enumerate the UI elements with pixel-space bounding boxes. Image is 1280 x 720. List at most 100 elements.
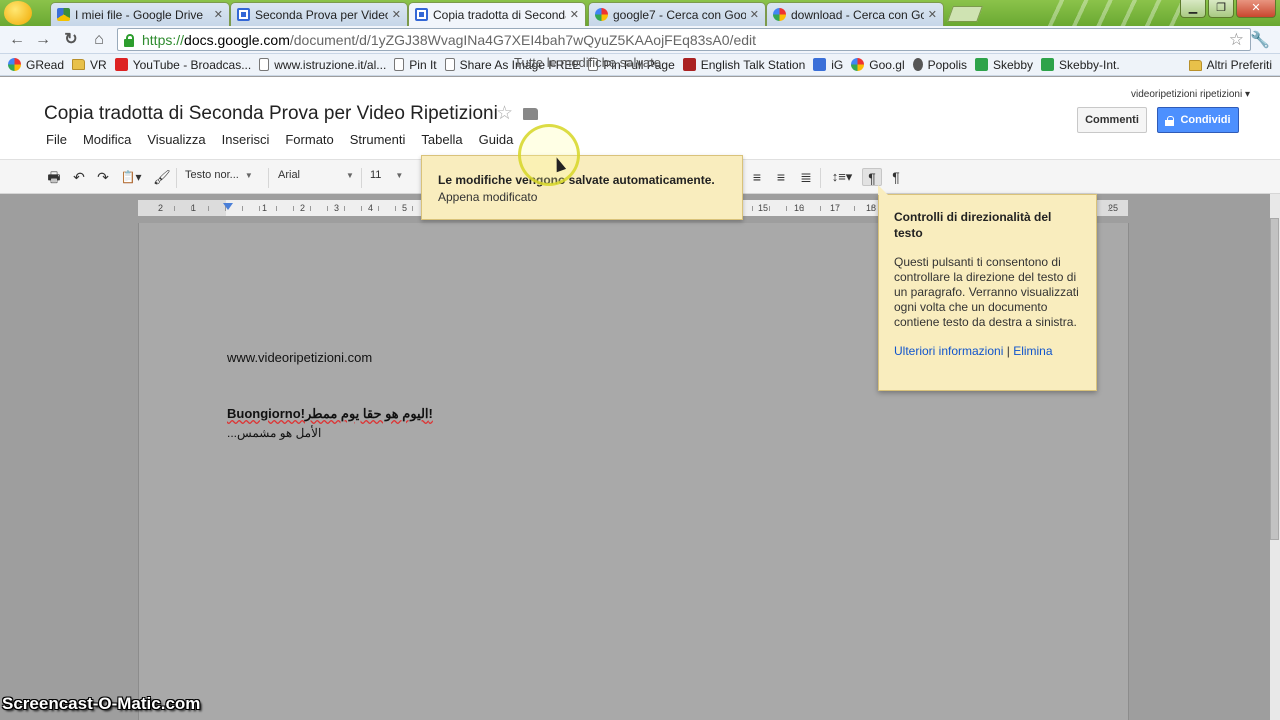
- align-right-icon[interactable]: ≡: [772, 168, 790, 186]
- dismiss-link[interactable]: Elimina: [1013, 344, 1052, 358]
- tab-close-icon[interactable]: ✕: [570, 8, 579, 21]
- tab-title: I miei file - Google Drive: [75, 7, 204, 22]
- scrollbar-thumb[interactable]: [1270, 218, 1279, 540]
- paste-icon[interactable]: 📋▾: [118, 168, 144, 186]
- menu-item[interactable]: File: [46, 132, 67, 147]
- menu-item[interactable]: Modifica: [83, 132, 131, 147]
- back-arrow-icon[interactable]: ←: [6, 30, 28, 50]
- bookmark-item[interactable]: Popolis: [912, 57, 967, 72]
- menu-item[interactable]: Formato: [285, 132, 333, 147]
- star-icon[interactable]: ☆: [496, 102, 513, 125]
- menu-item[interactable]: Inserisci: [222, 132, 270, 147]
- document-line[interactable]: ...الأمل هو مشمس: [227, 426, 321, 440]
- ruler-tick: [191, 206, 192, 211]
- align-center-icon[interactable]: ≡: [748, 168, 766, 186]
- redo-icon[interactable]: ↷: [95, 168, 111, 186]
- url-host: docs.google.com: [184, 31, 290, 48]
- bookmark-icon: [912, 58, 923, 71]
- ruler-number: 1: [262, 203, 268, 213]
- share-button[interactable]: Condividi: [1157, 107, 1239, 133]
- smiley-avatar-icon: [4, 1, 32, 25]
- tab-close-icon[interactable]: ✕: [214, 8, 223, 21]
- rtl-direction-icon[interactable]: ¶: [886, 168, 906, 186]
- account-switcher[interactable]: videoripetizioni ripetizioni ▾: [1131, 89, 1250, 100]
- ruler-tick: [259, 206, 260, 211]
- folder-icon[interactable]: [523, 108, 538, 120]
- menu-item[interactable]: Tabella: [421, 132, 462, 147]
- tab-close-icon[interactable]: ✕: [750, 8, 759, 21]
- bookmark-label: Popolis: [927, 57, 967, 72]
- document-line[interactable]: Buongiorno!اليوم هو حقا يوم ممطر!: [227, 406, 433, 422]
- menu-item[interactable]: Guida: [479, 132, 514, 147]
- style-select[interactable]: Testo nor... ▼: [185, 169, 253, 181]
- comments-button[interactable]: Commenti: [1077, 107, 1147, 133]
- tooltip-links: Ulteriori informazioni | Elimina: [894, 344, 1081, 358]
- bookmark-item[interactable]: Goo.gl: [851, 58, 905, 72]
- paint-format-icon[interactable]: 🖌: [153, 168, 171, 186]
- tooltip-subtext: Appena modificato: [438, 190, 538, 204]
- bookmark-star-icon[interactable]: ☆: [1229, 30, 1244, 50]
- tab-close-icon[interactable]: ✕: [928, 8, 937, 21]
- bookmark-item[interactable]: YouTube - Broadcas...: [114, 58, 251, 72]
- tab-download-search[interactable]: download - Cerca con Goo ✕: [766, 2, 944, 26]
- tab-close-icon[interactable]: ✕: [392, 8, 401, 21]
- cursor-highlight: [518, 124, 580, 186]
- minimize-button[interactable]: ▁: [1180, 0, 1206, 18]
- justify-icon[interactable]: ≣: [797, 168, 815, 186]
- line-spacing-icon[interactable]: ↕≡▾: [828, 168, 856, 186]
- google-drive-icon: [57, 8, 70, 21]
- menu-item[interactable]: Visualizza: [147, 132, 205, 147]
- tab-google-drive[interactable]: I miei file - Google Drive ✕: [50, 2, 230, 26]
- tooltip-body: Questi pulsanti ti consentono di control…: [894, 255, 1079, 329]
- menu-item[interactable]: Strumenti: [350, 132, 406, 147]
- more-info-link[interactable]: Ulteriori informazioni: [894, 344, 1003, 358]
- bookmark-label: Skebby-Int.: [1059, 57, 1120, 72]
- bookmark-icon: [394, 58, 405, 71]
- tab-google7-search[interactable]: google7 - Cerca con Googl ✕: [588, 2, 766, 26]
- indent-marker-icon[interactable]: [223, 203, 233, 210]
- font-select[interactable]: Arial ▼: [278, 169, 354, 181]
- bookmark-icon: [813, 58, 827, 71]
- share-label: Condividi: [1180, 114, 1231, 126]
- ltr-direction-icon[interactable]: ¶: [862, 168, 882, 186]
- maximize-button[interactable]: ❐: [1208, 0, 1234, 18]
- window-controls: ▁ ❐ ✕: [1178, 0, 1276, 18]
- tab-copia-tradotta[interactable]: Copia tradotta di Seconda ✕: [408, 2, 586, 26]
- ruler-tick: [412, 206, 413, 211]
- bookmark-item[interactable]: iG: [813, 58, 843, 72]
- undo-icon[interactable]: ↶: [71, 168, 87, 186]
- save-status[interactable]: Tutte le modifiche salvate: [514, 55, 661, 70]
- bookmark-item[interactable]: GRead: [8, 58, 64, 72]
- bookmark-item[interactable]: www.istruzione.it/al...: [259, 58, 386, 72]
- forward-arrow-icon[interactable]: →: [32, 30, 54, 50]
- ruler-tick: [803, 206, 804, 211]
- document-line[interactable]: www.videoripetizioni.com: [227, 350, 372, 365]
- new-tab-button[interactable]: [947, 6, 983, 22]
- bookmark-item[interactable]: Skebby-Int.: [1041, 58, 1120, 72]
- bookmark-icon: [974, 58, 988, 71]
- tab-title: Copia tradotta di Seconda: [433, 7, 566, 22]
- chevron-down-icon: ▼: [244, 171, 253, 180]
- bookmark-item[interactable]: Skebby: [974, 58, 1033, 72]
- address-bar[interactable]: https:// docs.google.com /document/d/1yZ…: [117, 28, 1251, 51]
- google-doc-icon: [237, 8, 250, 21]
- bookmark-item[interactable]: English Talk Station: [682, 58, 805, 72]
- document-title[interactable]: Copia tradotta di Seconda Prova per Vide…: [44, 103, 498, 125]
- other-bookmarks[interactable]: Altri Preferiti: [1188, 58, 1272, 72]
- tab-seconda-prova[interactable]: Seconda Prova per Video R ✕: [230, 2, 408, 26]
- bookmark-label: Pin It: [409, 57, 437, 72]
- bookmark-item[interactable]: VR: [72, 58, 107, 72]
- font-size-select[interactable]: 11 ▼: [370, 169, 403, 181]
- ruler-tick: [837, 206, 838, 211]
- print-icon[interactable]: 🖶: [46, 168, 62, 186]
- browser-toolbar: ← → ↻ ⌂ https:// docs.google.com /docume…: [0, 26, 1280, 54]
- wrench-menu-icon[interactable]: 🔧: [1250, 30, 1270, 50]
- reload-icon[interactable]: ↻: [60, 30, 82, 50]
- bookmark-item[interactable]: Pin It: [394, 57, 437, 72]
- toolbar-separator: [361, 168, 362, 188]
- close-window-button[interactable]: ✕: [1236, 0, 1276, 18]
- ruler-tick: [378, 206, 379, 211]
- home-icon[interactable]: ⌂: [88, 30, 110, 50]
- ruler-tick: [276, 206, 277, 211]
- ruler-number: 2: [158, 203, 164, 213]
